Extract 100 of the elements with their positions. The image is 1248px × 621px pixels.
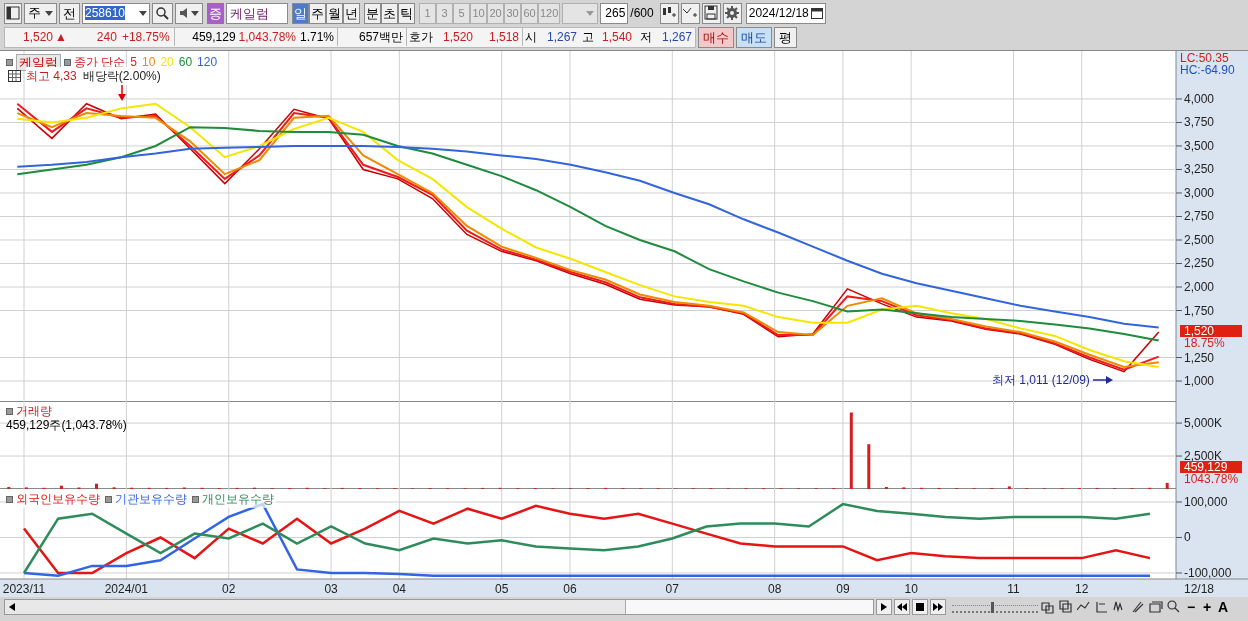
turnover-value: 1.71% [300,29,335,46]
legend-label: 20 [160,54,174,71]
date-label: 2024/01 [104,582,149,596]
search-button[interactable] [152,2,173,24]
diagonal-line-icon[interactable] [1130,599,1146,615]
unit-tab[interactable]: 틱 [398,2,415,24]
rewind-icon[interactable] [894,599,910,615]
period-tab[interactable]: 년 [343,2,360,24]
up-arrow-icon: ▲ [55,28,67,46]
date-label: 04 [392,582,406,596]
axis-tick [1175,286,1183,288]
quote-label: 호가 [406,28,434,46]
axis-label: 100,000 [1184,495,1228,509]
unit-tab[interactable]: 분 [364,2,381,24]
low-price: 1,267 [661,29,693,46]
axis-tick [1175,455,1183,457]
axis-tick [1175,572,1183,574]
zoom-button[interactable]: + [1200,599,1214,615]
ask-price: 1,520 [442,29,474,46]
fast-forward-icon[interactable] [930,599,946,615]
axis-label: 3,250 [1184,162,1215,177]
code-field[interactable]: 258610 [82,2,150,24]
stock-name-field[interactable]: 케일럼 [226,2,288,24]
date-label: 07 [665,582,679,596]
save-icon[interactable] [701,2,721,24]
axis-label: 2,500 [1184,233,1215,247]
scroll-thumb[interactable] [625,600,873,614]
low-label: 최저 1,011 (12/09) [992,372,1090,389]
speaker-button[interactable] [175,2,203,24]
axis-label: 2,500K [1184,449,1223,464]
axis-tick [1175,192,1183,194]
candle-add-icon[interactable] [659,2,679,24]
window-icon[interactable] [4,2,22,24]
axis-label: 1,750 [1184,303,1215,318]
trade-button[interactable]: 평 [774,26,798,48]
zoom-button[interactable]: A [1216,599,1230,615]
axis-label: 4,000 [1184,91,1215,106]
max-count: /600 [630,5,654,22]
ratio-tag: 1043.78% [1180,473,1242,485]
price-tag: 1,520 [1180,325,1242,338]
open-price: 1,267 [546,29,578,46]
date-label: 2023/11 [2,582,46,596]
search-icon[interactable] [1166,599,1182,615]
legend-label: 기관보유수량 [115,491,187,508]
volume-summary: 459,129주(1,043.78%) [6,418,127,432]
date-label: 08 [768,582,782,596]
axis-label: 3,500 [1184,138,1215,153]
date-label: 09 [836,582,850,596]
trade-button[interactable]: 매도 [736,26,773,48]
copy-icon[interactable] [1040,599,1056,615]
axis-tick [1175,537,1183,538]
scrollbar[interactable] [4,599,874,615]
volume-bar [95,483,98,489]
caret-icon [139,10,147,16]
change-percent: +18.75% [121,29,170,46]
date-label: 02 [222,582,236,596]
legend-marker-icon [64,58,71,66]
bid-price: 1,518 [488,29,520,46]
caret-icon [191,10,199,16]
quote-label: 저 [640,29,653,46]
settings-icon[interactable] [722,2,742,24]
period-tab[interactable]: 월 [326,2,343,24]
date-label: 12 [1075,582,1089,596]
market-dropdown[interactable]: 주 [24,2,57,24]
zoom-button[interactable]: − [1184,599,1198,615]
axis-tick [1175,357,1183,359]
volume-bar [1007,486,1011,489]
axis-tick [1175,121,1183,123]
line-add-icon[interactable] [680,2,700,24]
play-icon[interactable] [876,599,892,615]
change-tag: 18.75% [1180,337,1242,350]
date-label: 12/18 [1184,582,1215,596]
right-arrow-icon [1092,375,1113,385]
legend-marker-icon [6,407,13,415]
price-value: 1,520 [21,29,53,46]
lc-label: LC:50.35 [1180,52,1230,64]
volume-ratio: 1,043.78% [238,29,296,46]
volume-tag: 459,129 [1180,461,1242,473]
legend-marker-icon [6,58,13,66]
date-label: 05 [495,582,509,596]
axis-label: 5,000K [1184,416,1223,431]
high-label: 최고 4,33 [26,67,77,85]
date-field[interactable]: 2024/12/18 [745,2,826,24]
speaker-icon [179,7,189,19]
previous-button[interactable]: 전 [59,2,80,24]
zoom-slider[interactable] [952,605,1038,613]
grid-icon[interactable] [8,70,21,82]
window-icon[interactable] [1058,599,1074,615]
stop-icon[interactable] [912,599,928,615]
period-tab[interactable]: 주 [309,2,326,24]
axis-tick [1175,98,1183,100]
period-tab[interactable]: 일 [292,2,309,24]
legend-label: 개인보유수량 [202,491,274,508]
axis-label: 1,000 [1184,374,1215,389]
calendar-icon[interactable] [810,7,823,19]
unit-tab[interactable]: 초 [381,2,398,24]
trade-button[interactable]: 매수 [698,26,735,48]
count-field[interactable]: 265 [600,2,629,24]
search-icon [156,6,169,20]
slider-thumb[interactable] [991,602,995,613]
